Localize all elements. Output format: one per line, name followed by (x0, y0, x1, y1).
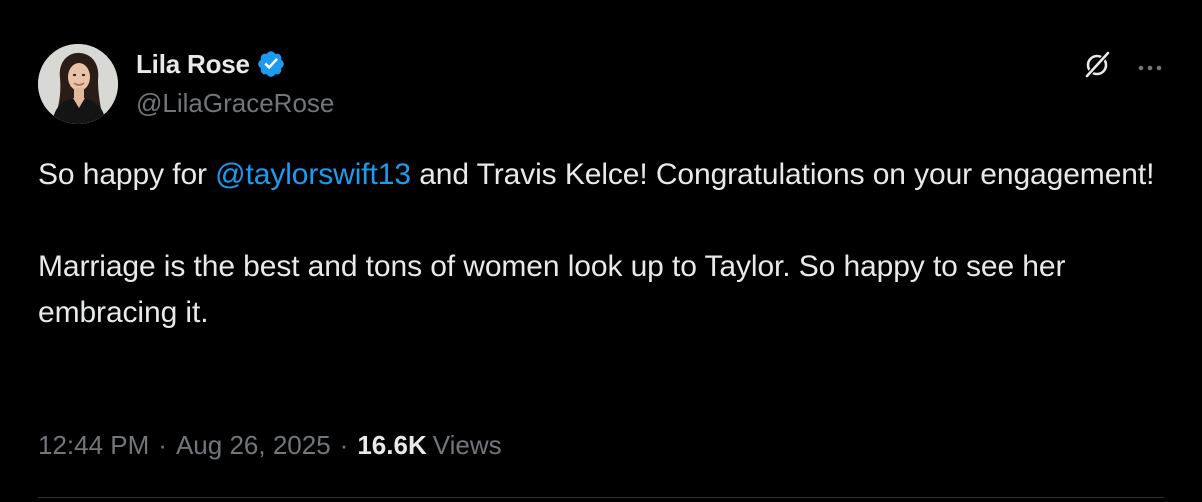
tweet-paragraph-2: Marriage is the best and tons of women l… (38, 250, 1066, 329)
views-label: Views (432, 430, 502, 460)
tweet-text-segment: So happy for (38, 158, 216, 191)
tweet-paragraph-1: So happy for @taylorswift13 and Travis K… (38, 152, 1158, 198)
tweet-text: So happy for @taylorswift13 and Travis K… (38, 152, 1158, 336)
meta-separator: · (158, 430, 167, 460)
tweet-date[interactable]: Aug 26, 2025 (176, 430, 331, 461)
more-options-icon[interactable] (1136, 60, 1166, 71)
profile-photo-icon (38, 44, 118, 124)
divider (38, 497, 1164, 498)
tweet-card: Lila Rose @LilaGraceRose So happy for @t… (0, 0, 1202, 502)
mention-link[interactable]: @taylorswift13 (215, 158, 411, 191)
tweet-time[interactable]: 12:44 PM (38, 430, 149, 461)
author-display-name[interactable]: Lila Rose (136, 49, 250, 80)
meta-separator: · (339, 430, 349, 460)
tweet-meta: 12:44 PM · Aug 26, 2025 · 16.6K Views (38, 430, 502, 461)
author-name-row: Lila Rose (136, 48, 286, 80)
grok-icon[interactable] (1082, 50, 1112, 80)
tweet-text-segment: and Travis Kelce! Congratulations on you… (410, 158, 1155, 191)
avatar[interactable] (38, 44, 118, 124)
author-handle[interactable]: @LilaGraceRose (136, 88, 334, 119)
views-count[interactable]: 16.6K (357, 430, 426, 461)
verified-badge-icon[interactable] (256, 49, 286, 79)
